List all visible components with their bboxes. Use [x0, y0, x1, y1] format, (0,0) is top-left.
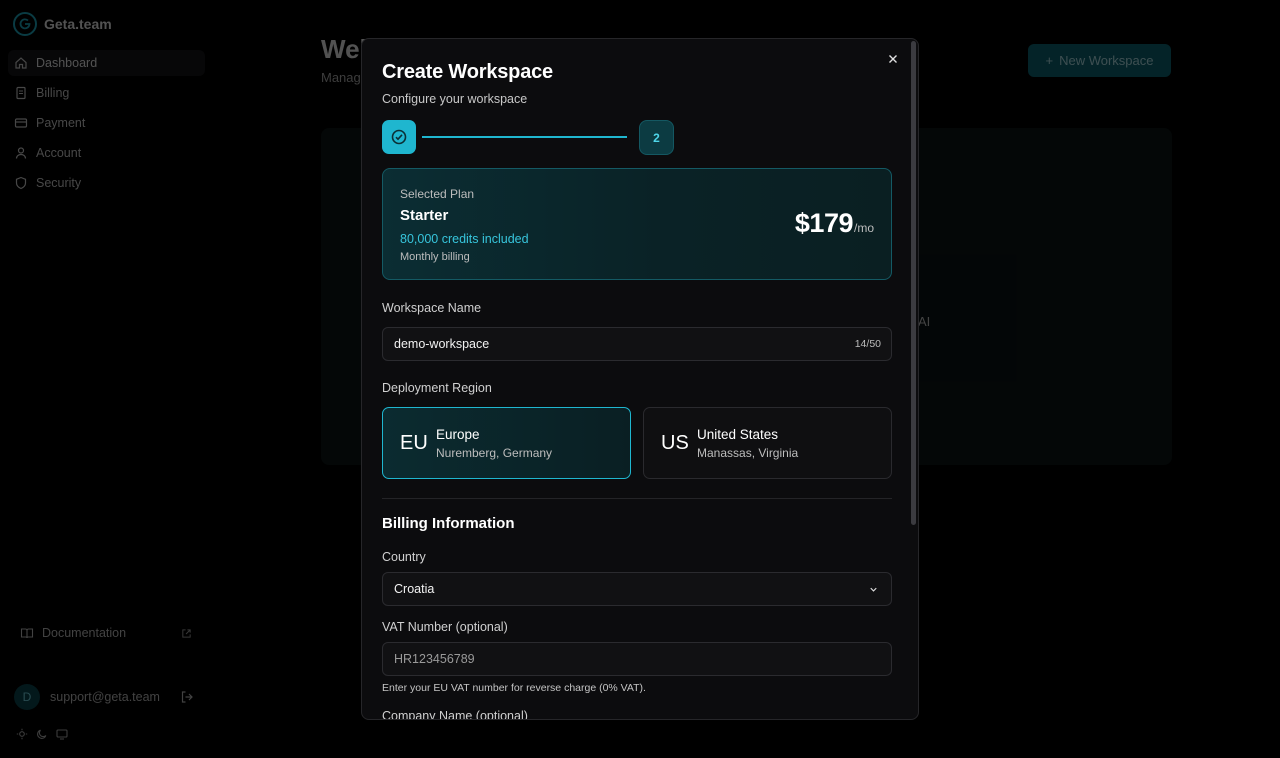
- check-circle-icon: [391, 129, 407, 145]
- sidebar-item-label: Payment: [36, 116, 86, 130]
- new-workspace-button[interactable]: + New Workspace: [1028, 44, 1171, 77]
- book-icon: [20, 628, 34, 639]
- sidebar-item-label: Account: [36, 146, 82, 160]
- plus-icon: +: [1045, 53, 1054, 68]
- plan-price: $179 /mo: [795, 208, 874, 239]
- vat-hint: Enter your EU VAT number for reverse cha…: [382, 682, 646, 694]
- documentation-label: Documentation: [42, 626, 127, 640]
- country-select[interactable]: Croatia: [382, 572, 892, 606]
- workspace-name-value: demo-workspace: [394, 337, 490, 351]
- workspace-name-label: Workspace Name: [382, 301, 482, 315]
- sidebar-item-label: Billing: [36, 86, 70, 100]
- sidebar-item-payment[interactable]: Payment: [8, 110, 205, 136]
- close-icon: [889, 55, 897, 63]
- logout-icon[interactable]: [180, 690, 194, 704]
- sidebar-item-dashboard[interactable]: Dashboard: [8, 50, 205, 76]
- deployment-region-label: Deployment Region: [382, 381, 492, 395]
- sidebar-item-label: Security: [36, 176, 82, 190]
- home-icon: [15, 57, 27, 69]
- page-title: Wel: [321, 34, 367, 64]
- shield-icon: [15, 176, 27, 190]
- country-value: Croatia: [394, 582, 435, 596]
- region-name: United States: [697, 427, 779, 442]
- card-text-fragment: AI: [918, 314, 931, 329]
- new-workspace-label: New Workspace: [1059, 53, 1154, 68]
- plan-label: Selected Plan: [400, 187, 475, 201]
- sidebar-item-billing[interactable]: Billing: [8, 80, 205, 106]
- modal-title: Create Workspace: [382, 61, 553, 83]
- billing-section-title: Billing Information: [382, 515, 515, 532]
- vat-number-input[interactable]: HR123456789: [382, 642, 892, 676]
- documentation-link[interactable]: Documentation: [20, 626, 192, 640]
- receipt-icon: [16, 86, 26, 100]
- character-count: 14/50: [854, 338, 881, 350]
- moon-icon[interactable]: [36, 728, 48, 740]
- price-unit: /mo: [853, 221, 874, 235]
- page-subtitle: Manag: [321, 70, 361, 85]
- section-divider: [382, 498, 892, 499]
- brand[interactable]: Geta.team: [13, 12, 112, 36]
- company-name-label: Company Name (optional): [382, 709, 528, 720]
- chevron-down-icon: [870, 587, 877, 592]
- avatar[interactable]: D: [14, 684, 40, 710]
- selected-plan-card: Selected Plan Starter 80,000 credits inc…: [382, 168, 892, 280]
- vat-number-label: VAT Number (optional): [382, 620, 508, 634]
- step-1-complete[interactable]: [382, 120, 416, 154]
- step-connector: [422, 136, 627, 138]
- region-city: Manassas, Virginia: [697, 446, 799, 460]
- plan-billing: Monthly billing: [400, 251, 470, 263]
- close-button[interactable]: [885, 51, 901, 67]
- region-name: Europe: [436, 427, 480, 442]
- credit-card-icon: [14, 118, 28, 128]
- region-code: EU: [400, 432, 428, 454]
- region-option-us[interactable]: US United States Manassas, Virginia: [643, 407, 892, 479]
- theme-switcher: [16, 728, 68, 740]
- region-code: US: [661, 432, 689, 454]
- user-email: support@geta.team: [50, 690, 160, 704]
- external-link-icon: [182, 628, 191, 638]
- brand-logo-icon: [13, 12, 37, 36]
- modal-scrollbar[interactable]: [911, 41, 916, 525]
- modal-scroll-area[interactable]: Create Workspace Configure your workspac…: [362, 39, 918, 720]
- brand-name: Geta.team: [44, 16, 112, 32]
- plan-credits: 80,000 credits included: [400, 232, 529, 246]
- sun-icon[interactable]: [16, 728, 28, 740]
- user-icon: [15, 147, 27, 159]
- user-row: D support@geta.team: [14, 684, 194, 710]
- plan-name: Starter: [400, 207, 449, 224]
- create-workspace-modal: Create Workspace Configure your workspac…: [361, 38, 919, 720]
- sidebar: Geta.team Dashboard Billing Payment Acco…: [0, 0, 210, 758]
- region-city: Nuremberg, Germany: [436, 446, 553, 460]
- sidebar-item-security[interactable]: Security: [8, 170, 205, 196]
- step-2-current[interactable]: 2: [639, 120, 674, 155]
- price-amount: $179: [794, 208, 854, 238]
- region-option-eu[interactable]: EU Europe Nuremberg, Germany: [382, 407, 631, 479]
- sidebar-item-account[interactable]: Account: [8, 140, 205, 166]
- modal-subtitle: Configure your workspace: [382, 92, 528, 106]
- monitor-icon[interactable]: [56, 728, 68, 740]
- workspace-name-input[interactable]: demo-workspace 14/50: [382, 327, 892, 361]
- sidebar-item-label: Dashboard: [36, 56, 98, 70]
- country-label: Country: [382, 550, 426, 564]
- sidebar-nav: Dashboard Billing Payment Account Securi…: [8, 50, 205, 200]
- vat-number-placeholder: HR123456789: [394, 652, 475, 666]
